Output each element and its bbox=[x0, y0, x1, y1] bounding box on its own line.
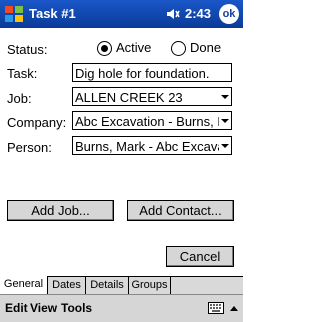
task-value: Dig hole for foundation. bbox=[75, 66, 210, 81]
status-active-label: Active bbox=[116, 40, 152, 55]
radio-unselected-icon bbox=[171, 41, 186, 56]
menu-view[interactable]: View bbox=[30, 301, 57, 315]
tab-general[interactable]: General bbox=[0, 276, 48, 295]
volume-icon[interactable] bbox=[165, 6, 181, 22]
task-input[interactable]: Dig hole for foundation. bbox=[72, 63, 232, 82]
add-contact-button[interactable]: Add Contact... bbox=[127, 200, 234, 221]
title-bar: Task #1 2:43 ok bbox=[0, 0, 243, 28]
person-value: Burns, Mark - Abc Excavati... bbox=[75, 139, 219, 154]
person-label: Person: bbox=[7, 140, 52, 155]
menu-edit[interactable]: Edit bbox=[5, 301, 28, 315]
dropdown-arrow-icon bbox=[221, 144, 229, 148]
status-active-radio[interactable]: Active bbox=[97, 40, 157, 56]
menu-bar: Edit View Tools bbox=[0, 294, 243, 322]
window-title: Task #1 bbox=[29, 6, 76, 21]
tab-groups[interactable]: Groups bbox=[129, 277, 171, 295]
company-value: Abc Excavation - Burns, M... bbox=[75, 114, 219, 129]
status-label: Status: bbox=[7, 42, 48, 57]
cancel-button[interactable]: Cancel bbox=[166, 246, 234, 267]
company-dropdown[interactable]: Abc Excavation - Burns, M... bbox=[72, 111, 232, 130]
dropdown-arrow-icon bbox=[221, 119, 229, 123]
person-dropdown[interactable]: Burns, Mark - Abc Excavati... bbox=[72, 136, 232, 155]
job-label: Job: bbox=[7, 91, 32, 106]
menu-tools[interactable]: Tools bbox=[61, 301, 92, 315]
tab-strip: General Dates Details Groups bbox=[0, 276, 243, 295]
clock[interactable]: 2:43 bbox=[185, 6, 211, 21]
windows-start-icon[interactable] bbox=[4, 4, 24, 24]
keyboard-icon[interactable] bbox=[208, 302, 224, 314]
tab-dates[interactable]: Dates bbox=[48, 277, 86, 295]
status-done-radio[interactable]: Done bbox=[171, 40, 226, 56]
dropdown-arrow-icon bbox=[221, 95, 229, 99]
task-label: Task: bbox=[7, 66, 38, 81]
input-panel-arrow-icon[interactable] bbox=[230, 306, 238, 311]
job-value: ALLEN CREEK 23 bbox=[75, 90, 183, 105]
status-done-label: Done bbox=[190, 40, 222, 55]
add-job-button[interactable]: Add Job... bbox=[7, 200, 114, 221]
company-label: Company: bbox=[7, 115, 67, 130]
tab-details[interactable]: Details bbox=[86, 277, 129, 295]
job-dropdown[interactable]: ALLEN CREEK 23 bbox=[72, 87, 232, 106]
radio-selected-icon bbox=[97, 41, 112, 56]
ok-button[interactable]: ok bbox=[219, 4, 239, 24]
